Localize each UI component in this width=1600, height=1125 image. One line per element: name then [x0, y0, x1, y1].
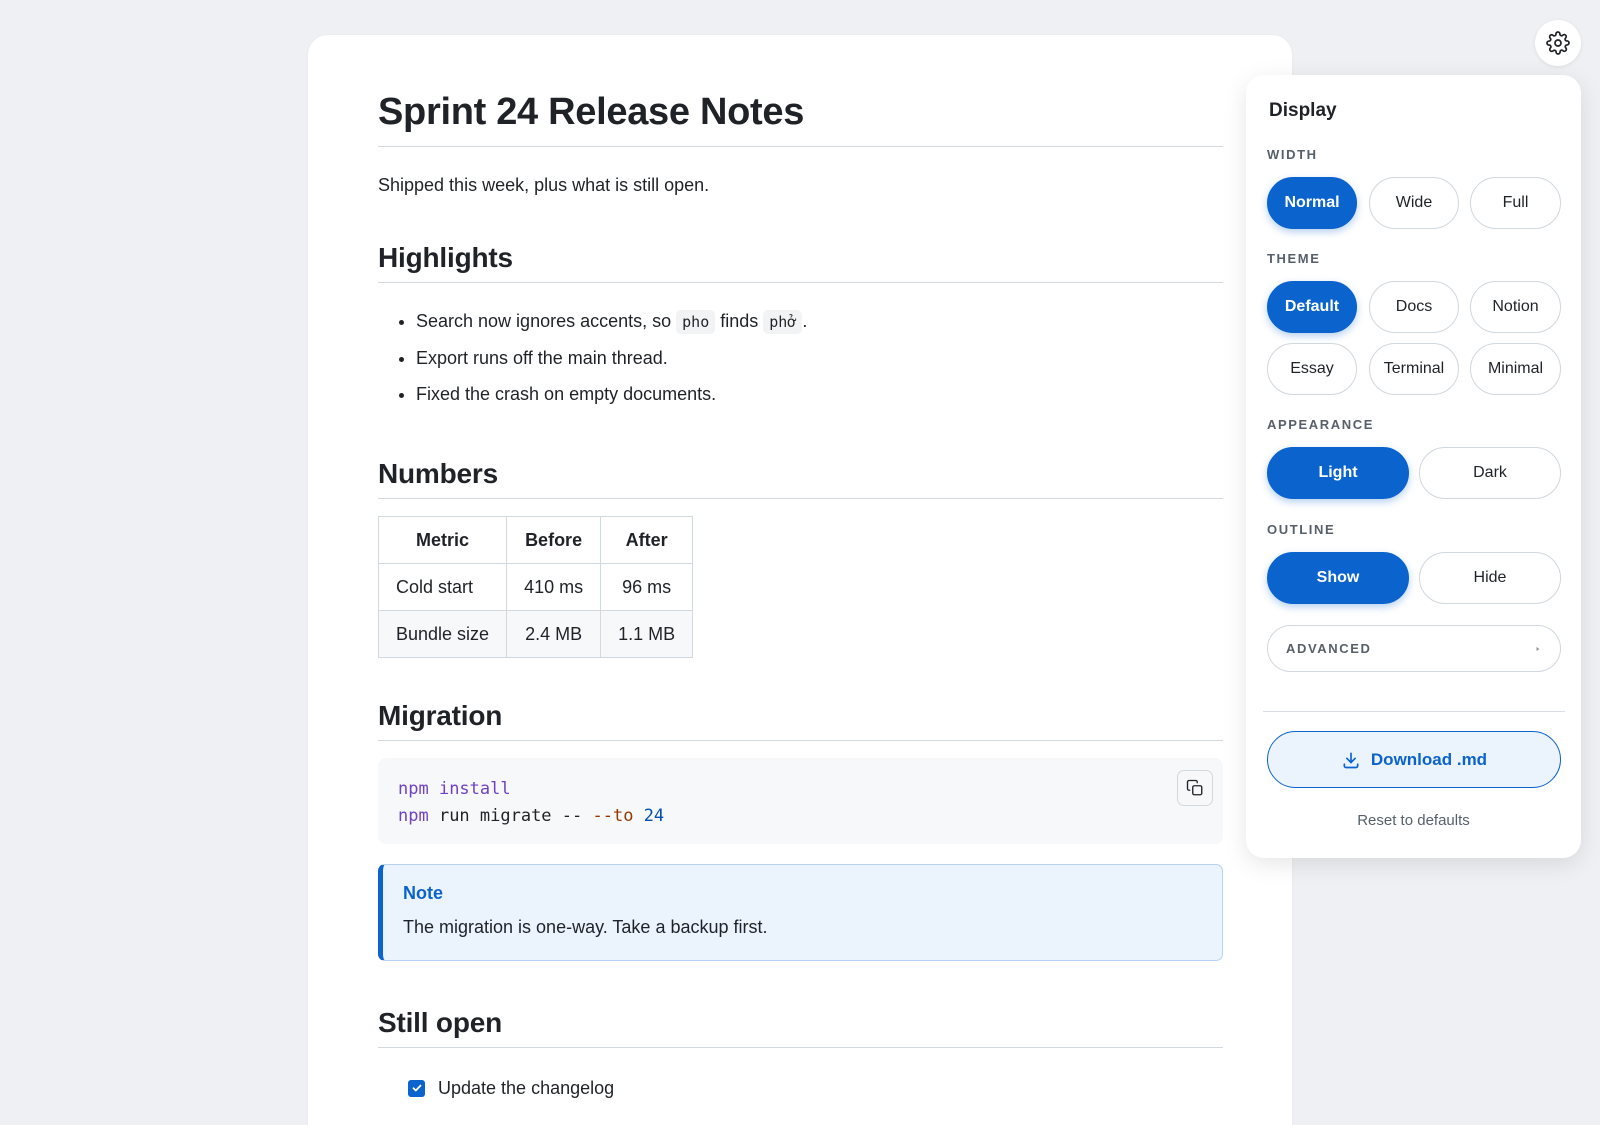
panel-title: Display [1269, 100, 1337, 121]
theme-label: THEME [1267, 251, 1321, 266]
table-cell: Cold start [377, 563, 508, 611]
table-row: Cold start 410 ms 96 ms [377, 563, 694, 611]
download-label: Download .md [1370, 749, 1488, 769]
check-icon [412, 1084, 421, 1092]
caret-right-icon [1536, 646, 1540, 651]
table-cell: 1.1 MB [600, 610, 694, 658]
width-option-wide[interactable]: Wide [1369, 177, 1459, 229]
download-icon [1343, 752, 1359, 768]
table-cell: 410 ms [506, 563, 602, 611]
list-item: Search now ignores accents, so pho finds… [416, 303, 1223, 340]
still-open-heading: Still open [378, 1007, 1223, 1048]
task-item: Update the changelog [408, 1070, 1223, 1106]
width-option-normal[interactable]: Normal [1267, 177, 1357, 229]
column-header: After [600, 516, 694, 564]
table-header-row: Metric Before After [377, 516, 694, 564]
table-cell: 96 ms [600, 563, 694, 611]
advanced-toggle[interactable]: ADVANCED [1267, 625, 1561, 672]
document-content: Sprint 24 Release Notes Shipped this wee… [377, 35, 1223, 1106]
column-header: Metric [377, 516, 508, 564]
appearance-option-dark[interactable]: Dark [1419, 447, 1561, 499]
table-cell: 2.4 MB [506, 610, 602, 658]
task-checkbox[interactable] [408, 1079, 425, 1097]
download-md-button[interactable]: Download .md [1267, 731, 1561, 788]
code-block: npm install npm run migrate -- --to 24 [378, 758, 1223, 844]
theme-option-notion[interactable]: Notion [1470, 281, 1561, 333]
table-row: Bundle size 2.4 MB 1.1 MB [377, 610, 694, 658]
highlights-list: Search now ignores accents, so pho finds… [378, 303, 1223, 412]
width-option-full[interactable]: Full [1470, 177, 1561, 229]
task-list: Update the changelog [378, 1070, 1223, 1106]
document-card: Sprint 24 Release Notes Shipped this wee… [308, 35, 1292, 1125]
theme-option-essay[interactable]: Essay [1267, 343, 1357, 395]
highlights-heading: Highlights [378, 242, 1223, 283]
outline-option-hide[interactable]: Hide [1419, 552, 1561, 604]
note-title: Note [403, 883, 443, 903]
copy-code-button[interactable] [1177, 770, 1213, 806]
inline-code: phở [763, 310, 803, 334]
appearance-label: APPEARANCE [1267, 417, 1375, 432]
task-label: Update the changelog [438, 1078, 615, 1098]
advanced-label: ADVANCED [1286, 641, 1372, 656]
display-settings-panel: Display WIDTH Normal Wide Full THEME Def… [1246, 75, 1581, 858]
note-callout: Note The migration is one-way. Take a ba… [378, 864, 1223, 961]
inline-code: pho [676, 310, 716, 334]
reset-defaults-link[interactable]: Reset to defaults [1246, 812, 1581, 829]
code-line: npm install [398, 779, 511, 799]
migration-heading: Migration [378, 700, 1223, 741]
width-label: WIDTH [1267, 147, 1318, 162]
theme-option-docs[interactable]: Docs [1369, 281, 1459, 333]
settings-button[interactable] [1535, 20, 1581, 66]
theme-option-terminal[interactable]: Terminal [1369, 343, 1459, 395]
table-cell: Bundle size [377, 610, 508, 658]
outline-label: OUTLINE [1267, 522, 1336, 537]
numbers-heading: Numbers [378, 458, 1223, 499]
metrics-table: Metric Before After Cold start 410 ms 96… [377, 516, 694, 658]
theme-option-minimal[interactable]: Minimal [1470, 343, 1561, 395]
appearance-option-light[interactable]: Light [1267, 447, 1409, 499]
code-line: npm run migrate -- --to 24 [398, 806, 665, 826]
list-item: Fixed the crash on empty documents. [416, 376, 1223, 412]
intro-paragraph: Shipped this week, plus what is still op… [378, 175, 710, 195]
page-title: Sprint 24 Release Notes [378, 91, 1223, 147]
list-item: Export runs off the main thread. [416, 340, 1223, 376]
note-body: The migration is one-way. Take a backup … [403, 917, 768, 937]
panel-divider [1263, 711, 1565, 712]
column-header: Before [506, 516, 602, 564]
gear-icon [1546, 31, 1570, 55]
outline-option-show[interactable]: Show [1267, 552, 1409, 604]
copy-icon [1186, 779, 1203, 796]
theme-option-default[interactable]: Default [1267, 281, 1357, 333]
